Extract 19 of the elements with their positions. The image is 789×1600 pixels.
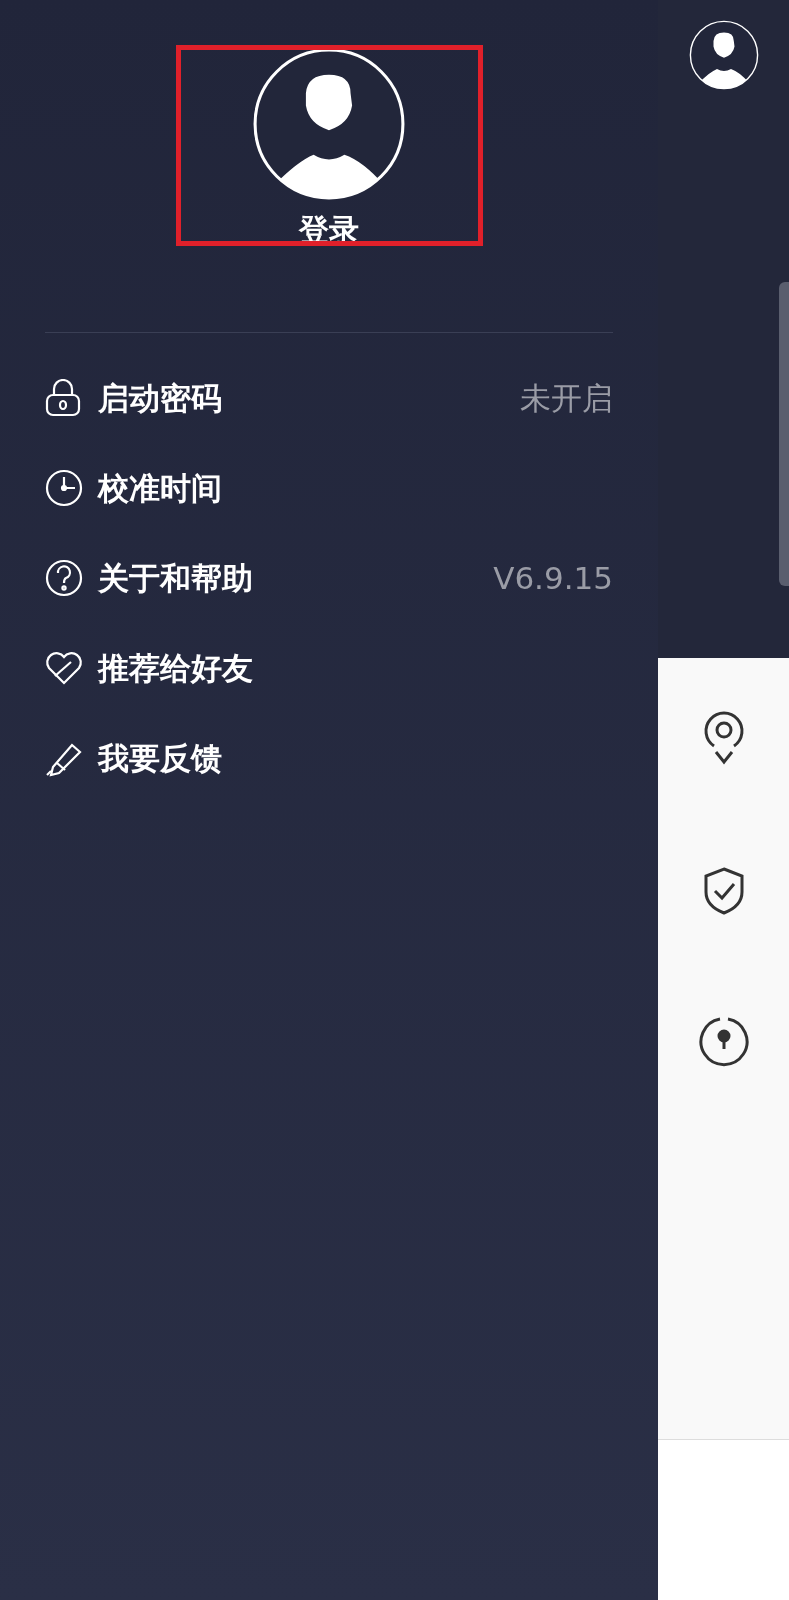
menu-label: 关于和帮助 [98, 558, 253, 598]
menu-label: 校准时间 [98, 468, 222, 508]
menu-item[interactable]: 启动密码 未开启 [45, 353, 613, 443]
menu-item[interactable]: 我要反馈 [45, 713, 613, 803]
menu-value: V6.9.15 [493, 558, 613, 598]
heart-icon [45, 650, 83, 686]
profile-avatar-icon[interactable] [688, 20, 759, 90]
help-icon [45, 559, 83, 597]
lock-icon [45, 379, 81, 417]
menu-item[interactable]: 校准时间 [45, 443, 613, 533]
menu-value: 未开启 [520, 378, 613, 418]
menu-label: 推荐给好友 [98, 648, 253, 688]
clock-icon [45, 469, 83, 507]
menu-label: 我要反馈 [98, 738, 222, 778]
keyhole-icon[interactable] [697, 1016, 750, 1068]
menu-item[interactable]: 推荐给好友 [45, 623, 613, 713]
menu-label: 启动密码 [98, 378, 222, 418]
avatar-icon[interactable] [252, 47, 406, 201]
menu-item[interactable]: 关于和帮助 V6.9.15 [45, 533, 613, 623]
